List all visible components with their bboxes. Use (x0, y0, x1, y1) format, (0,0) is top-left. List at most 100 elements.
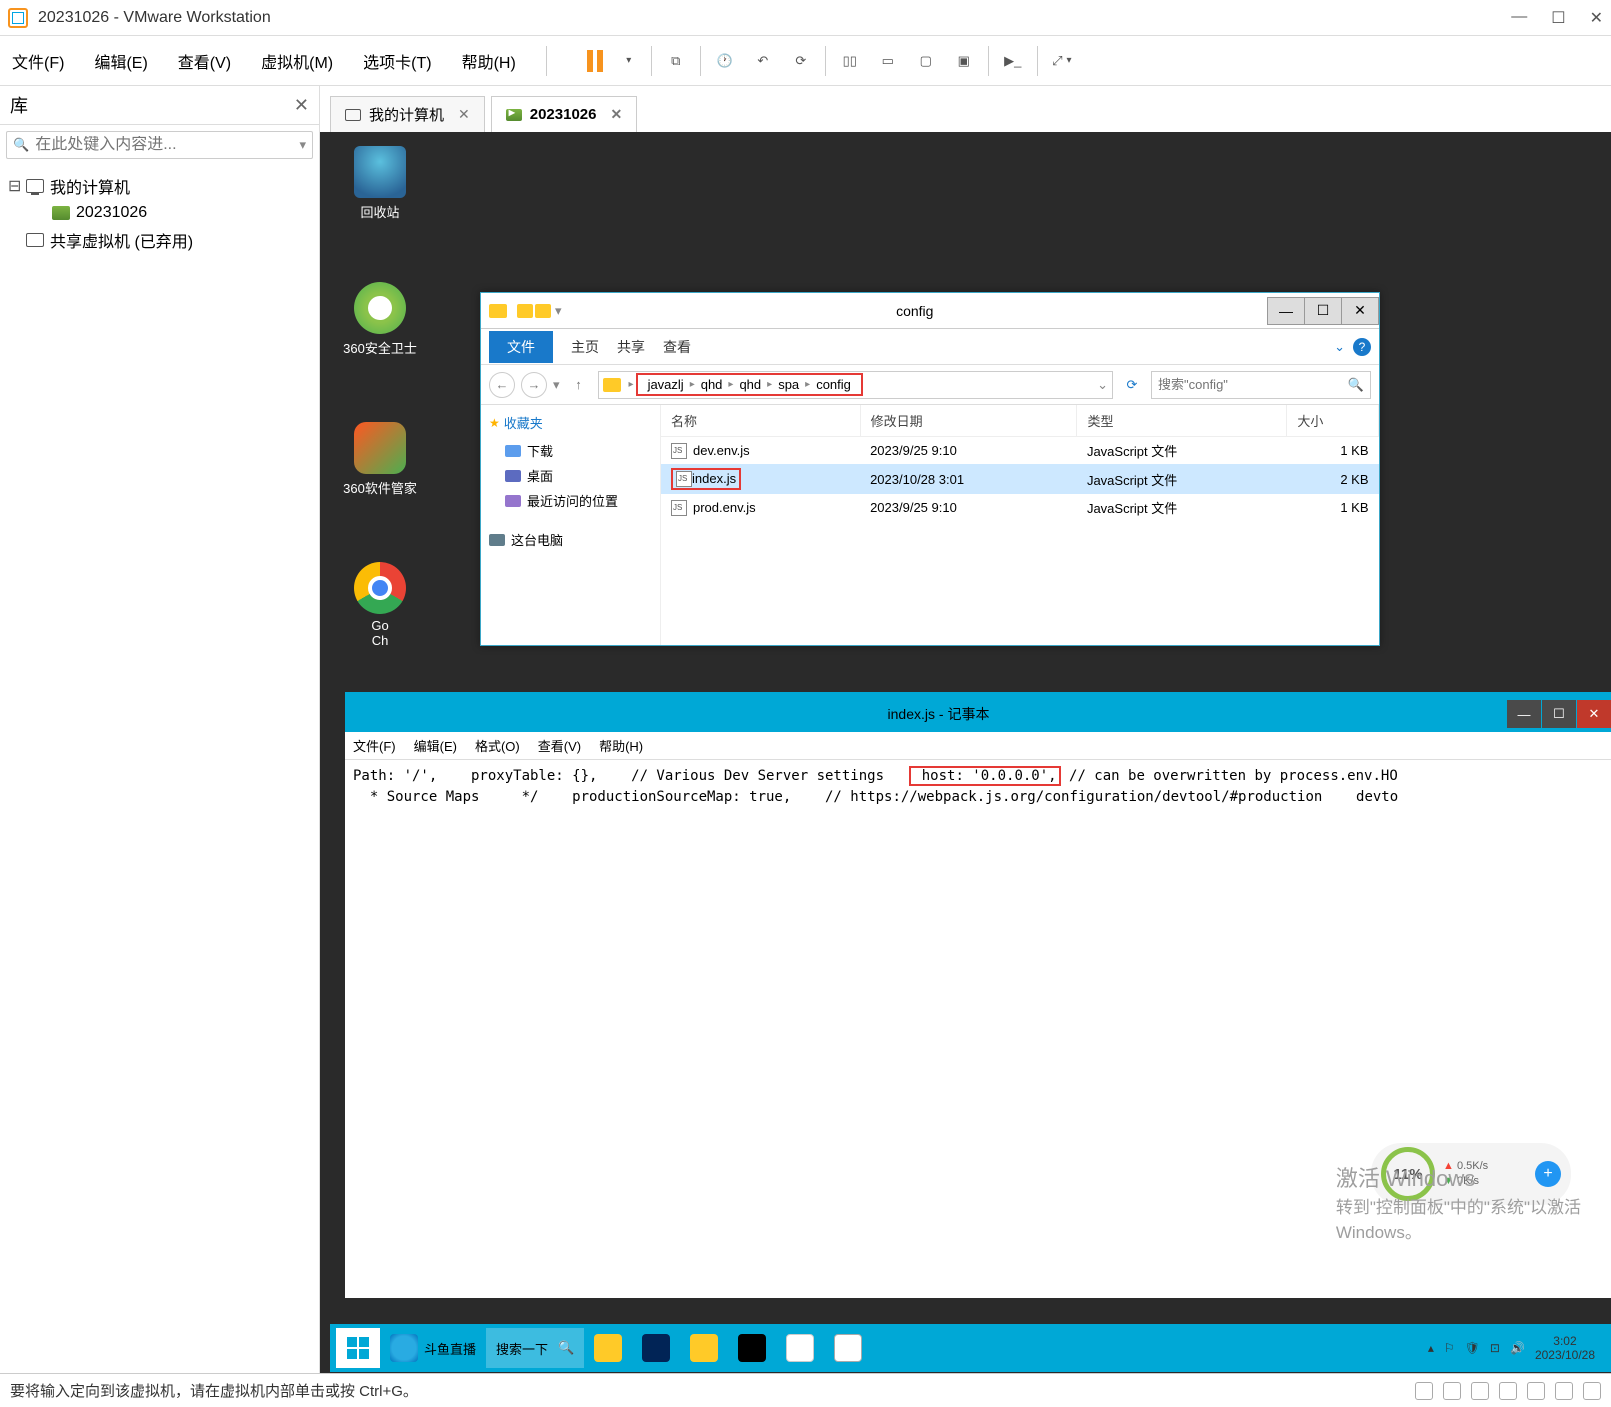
tab-20231026[interactable]: 20231026 ✕ (491, 96, 637, 132)
view-unity-icon[interactable]: ▣ (950, 47, 978, 75)
menu-view[interactable]: 查看(V) (178, 49, 231, 73)
desktop-recycle-bin[interactable]: 回收站 (340, 146, 420, 221)
tree-shared-vms[interactable]: 共享虚拟机 (已弃用) (8, 225, 311, 255)
taskbar-taskmgr[interactable] (584, 1328, 632, 1368)
nav-this-pc[interactable]: 这台电脑 (489, 527, 652, 552)
nav-desktop[interactable]: 桌面 (489, 463, 652, 488)
file-row[interactable]: prod.env.js2023/9/25 9:10JavaScript 文件1 … (661, 494, 1379, 521)
taskbar-cmd[interactable] (728, 1328, 776, 1368)
taskbar-search[interactable]: 搜索一下🔍 (486, 1328, 584, 1368)
np-menu-edit[interactable]: 编辑(E) (414, 736, 457, 755)
taskbar-ie[interactable]: 斗鱼直播 (380, 1328, 486, 1368)
explorer-window[interactable]: ▾ config — ☐ ✕ 文件 主页 共享 查看 ⌄ ? (480, 292, 1380, 646)
menu-help[interactable]: 帮助(H) (462, 49, 516, 73)
path-dropdown-icon[interactable]: ⌄ (1097, 377, 1108, 393)
nav-up[interactable]: ↑ (566, 372, 592, 398)
np-menu-view[interactable]: 查看(V) (538, 736, 581, 755)
menu-edit[interactable]: 编辑(E) (94, 49, 147, 73)
snapshot-manage-icon[interactable]: ⟳ (787, 47, 815, 75)
dev-usb-icon[interactable] (1499, 1382, 1517, 1400)
view-console-icon[interactable]: ▭ (874, 47, 902, 75)
view-thumbnail-icon[interactable]: ▢ (912, 47, 940, 75)
nav-forward[interactable]: → (521, 372, 547, 398)
enter-fullscreen-icon[interactable]: ▶_ (999, 47, 1027, 75)
dev-printer-icon[interactable] (1555, 1382, 1573, 1400)
desktop-360-software[interactable]: 360软件管家 (340, 422, 420, 497)
quick-access-icons[interactable] (517, 304, 551, 318)
tray-clock[interactable]: 3:02 2023/10/28 (1535, 1334, 1595, 1363)
menu-file[interactable]: 文件(F) (12, 49, 64, 73)
np-menu-format[interactable]: 格式(O) (475, 736, 520, 755)
library-search-input[interactable] (35, 136, 299, 154)
tree-my-computer[interactable]: ⊟ 我的计算机 (8, 171, 311, 201)
explorer-maximize[interactable]: ☐ (1304, 297, 1342, 325)
tray-volume-icon[interactable]: 🔊 (1510, 1341, 1525, 1355)
file-row[interactable]: index.js2023/10/28 3:01JavaScript 文件2 KB (661, 464, 1379, 494)
nav-history-dropdown[interactable]: ▾ (553, 377, 560, 393)
power-dropdown[interactable] (613, 47, 641, 75)
ribbon-expand-icon[interactable]: ⌄ (1334, 339, 1345, 355)
view-single-icon[interactable]: ▯▯ (836, 47, 864, 75)
np-menu-file[interactable]: 文件(F) (353, 736, 396, 755)
tray-shield-icon[interactable]: 🛡 (1465, 1341, 1480, 1355)
tab-my-computer[interactable]: 我的计算机 ✕ (330, 96, 485, 132)
close-button[interactable]: ✕ (1590, 8, 1603, 28)
tab-close-icon[interactable]: ✕ (611, 106, 623, 123)
pause-vm-button[interactable] (587, 50, 603, 72)
explorer-minimize[interactable]: — (1267, 297, 1305, 325)
dev-hdd-icon[interactable] (1415, 1382, 1433, 1400)
nav-refresh[interactable]: ⟳ (1119, 372, 1145, 398)
taskbar-notepad[interactable] (824, 1328, 872, 1368)
desktop-chrome[interactable]: Go Ch (340, 562, 420, 648)
maximize-button[interactable]: ☐ (1551, 8, 1565, 28)
stretch-dropdown[interactable]: ⤢ (1048, 47, 1076, 75)
desktop-360-safe[interactable]: 360安全卫士 (340, 282, 420, 357)
taskbar-java[interactable] (776, 1328, 824, 1368)
explorer-search[interactable]: 🔍 (1151, 371, 1371, 399)
file-row[interactable]: dev.env.js2023/9/25 9:10JavaScript 文件1 K… (661, 437, 1379, 465)
dev-net-icon[interactable] (1471, 1382, 1489, 1400)
ribbon-file[interactable]: 文件 (489, 331, 553, 363)
col-size[interactable]: 大小 (1287, 405, 1379, 437)
dev-sound-icon[interactable] (1527, 1382, 1545, 1400)
snapshot-button[interactable]: ⧉ (662, 47, 690, 75)
ribbon-home[interactable]: 主页 (571, 337, 599, 357)
search-dropdown-icon[interactable]: ▾ (299, 137, 306, 153)
nav-downloads[interactable]: 下载 (489, 438, 652, 463)
start-button[interactable] (336, 1328, 380, 1368)
snapshot-take-icon[interactable]: 🕐 (711, 47, 739, 75)
address-bar[interactable]: ▸ javazlj▸ qhd▸ qhd▸ spa▸ config ⌄ (598, 371, 1113, 399)
explorer-close[interactable]: ✕ (1341, 297, 1379, 325)
ribbon-share[interactable]: 共享 (617, 337, 645, 357)
nav-back[interactable]: ← (489, 372, 515, 398)
taskbar-powershell[interactable] (632, 1328, 680, 1368)
library-search[interactable]: 🔍 ▾ (6, 131, 313, 159)
tray-flag-icon[interactable]: ⚐ (1444, 1341, 1455, 1355)
col-type[interactable]: 类型 (1077, 405, 1287, 437)
taskbar-explorer[interactable] (680, 1328, 728, 1368)
notepad-text-area[interactable]: Path: '/', proxyTable: {}, // Various De… (345, 760, 1611, 814)
nav-recent[interactable]: 最近访问的位置 (489, 488, 652, 513)
menu-vm[interactable]: 虚拟机(M) (261, 49, 333, 73)
tray-up-icon[interactable]: ▴ (1428, 1341, 1434, 1355)
tray-network-icon[interactable]: ⊡ (1490, 1341, 1500, 1355)
snapshot-revert-icon[interactable]: ↶ (749, 47, 777, 75)
help-icon[interactable]: ? (1353, 338, 1371, 356)
col-name[interactable]: 名称 (661, 405, 860, 437)
col-date[interactable]: 修改日期 (860, 405, 1077, 437)
library-close-icon[interactable]: ✕ (294, 95, 309, 116)
notepad-maximize[interactable]: ☐ (1542, 700, 1576, 728)
nav-favorites[interactable]: 收藏夹 (489, 413, 652, 432)
dev-cd-icon[interactable] (1443, 1382, 1461, 1400)
device-icons[interactable] (1415, 1382, 1601, 1400)
tree-vm-20231026[interactable]: 20231026 (8, 201, 311, 225)
notepad-minimize[interactable]: — (1507, 700, 1541, 728)
guest-screen[interactable]: 回收站 360安全卫士 360软件管家 Go Ch ▾ (320, 132, 1611, 1373)
tab-close-icon[interactable]: ✕ (458, 106, 470, 123)
notepad-close[interactable]: ✕ (1577, 700, 1611, 728)
np-menu-help[interactable]: 帮助(H) (599, 736, 643, 755)
minimize-button[interactable]: — (1511, 8, 1527, 28)
menu-tabs[interactable]: 选项卡(T) (363, 49, 431, 73)
ribbon-view[interactable]: 查看 (663, 337, 691, 357)
system-tray[interactable]: ▴ ⚐ 🛡 ⊡ 🔊 3:02 2023/10/28 (1428, 1334, 1605, 1363)
